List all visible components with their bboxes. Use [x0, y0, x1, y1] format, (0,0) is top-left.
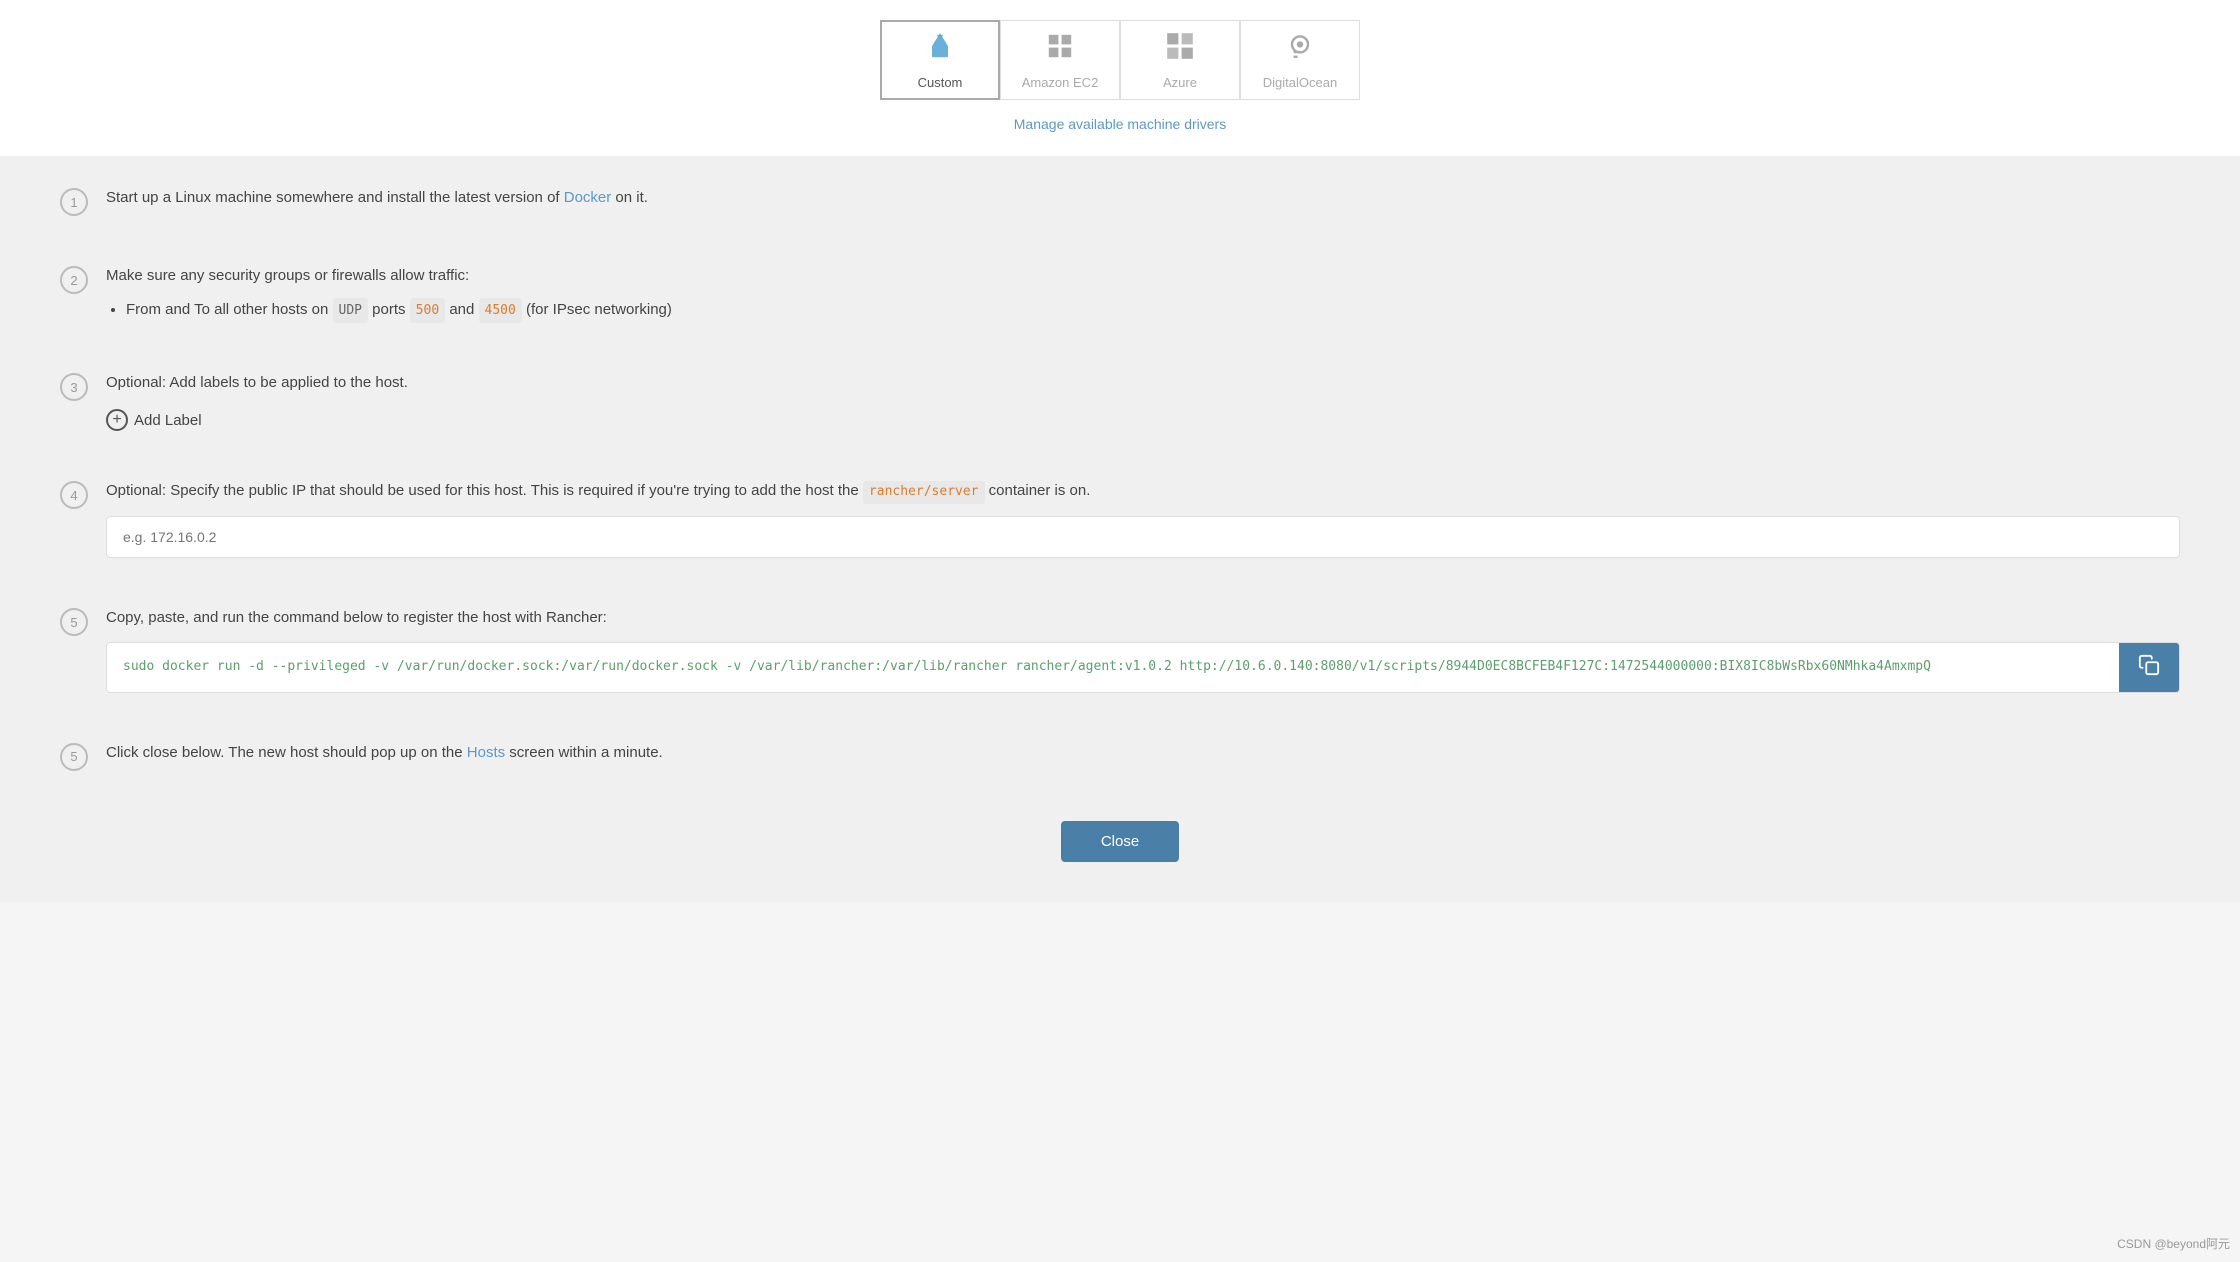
step-5b-number: 5: [60, 743, 88, 771]
step-2-ipsec-text: (for IPsec networking): [522, 301, 672, 318]
step-4-text-before: Optional: Specify the public IP that sho…: [106, 482, 863, 499]
step-5b-text-after: screen within a minute.: [505, 744, 663, 761]
hosts-link[interactable]: Hosts: [467, 744, 505, 761]
tab-custom[interactable]: Custom: [880, 20, 1000, 100]
step-2-and-text: and: [445, 301, 478, 318]
step-4-text-after: container is on.: [985, 482, 1091, 499]
watermark: CSDN @beyond阿元: [2117, 1235, 2230, 1252]
step-3-number: 3: [60, 373, 88, 401]
digitalocean-icon: [1284, 30, 1316, 69]
close-button[interactable]: Close: [1061, 821, 1179, 862]
copy-icon: [2138, 654, 2160, 681]
step-3: 3 Optional: Add labels to be applied to …: [60, 371, 2180, 451]
step-2-sub-text-before: From and To all other hosts on: [126, 301, 333, 318]
tab-digitalocean-label: DigitalOcean: [1263, 75, 1337, 90]
step-1-content: Start up a Linux machine somewhere and i…: [106, 186, 2180, 210]
close-btn-container: Close: [60, 821, 2180, 862]
command-box: sudo docker run -d --privileged -v /var/…: [106, 642, 2180, 693]
step-5b-text-before: Click close below. The new host should p…: [106, 744, 467, 761]
step-1-text-after: on it.: [611, 189, 648, 206]
ip-input[interactable]: [106, 516, 2180, 558]
step-4: 4 Optional: Specify the public IP that s…: [60, 479, 2180, 578]
step-3-text: Optional: Add labels to be applied to th…: [106, 371, 2180, 395]
step-5b: 5 Click close below. The new host should…: [60, 741, 2180, 791]
azure-icon: [1164, 30, 1196, 69]
step-4-content: Optional: Specify the public IP that sho…: [106, 479, 2180, 558]
docker-link[interactable]: Docker: [564, 189, 612, 206]
step-2-ports-text: ports: [368, 301, 410, 318]
step-2-text: Make sure any security groups or firewal…: [106, 264, 2180, 288]
step-5: 5 Copy, paste, and run the command below…: [60, 606, 2180, 713]
step-5-content: Copy, paste, and run the command below t…: [106, 606, 2180, 693]
tab-custom-label: Custom: [918, 75, 963, 90]
tab-amazon-ec2[interactable]: Amazon EC2: [1000, 20, 1120, 100]
step-5-number: 5: [60, 608, 88, 636]
udp-badge: UDP: [333, 298, 368, 323]
step-3-content: Optional: Add labels to be applied to th…: [106, 371, 2180, 431]
top-section: Custom Amazon EC2: [0, 0, 2240, 156]
tab-amazon-ec2-label: Amazon EC2: [1022, 75, 1099, 90]
tab-azure-label: Azure: [1163, 75, 1197, 90]
step-2: 2 Make sure any security groups or firew…: [60, 264, 2180, 343]
rancher-server-badge: rancher/server: [863, 481, 985, 504]
driver-tabs: Custom Amazon EC2: [880, 20, 1360, 100]
step-2-sub-list: From and To all other hosts on UDP ports…: [106, 296, 2180, 323]
add-label-label: Add Label: [134, 412, 202, 429]
port2-badge: 4500: [479, 298, 522, 323]
step-1-text-before: Start up a Linux machine somewhere and i…: [106, 189, 564, 206]
manage-drivers-link[interactable]: Manage available machine drivers: [1014, 116, 1226, 132]
step-5-text: Copy, paste, and run the command below t…: [106, 606, 2180, 630]
step-1: 1 Start up a Linux machine somewhere and…: [60, 186, 2180, 236]
command-text: sudo docker run -d --privileged -v /var/…: [107, 643, 2119, 692]
main-content: 1 Start up a Linux machine somewhere and…: [0, 156, 2240, 902]
amazon-ec2-icon: [1044, 30, 1076, 69]
tab-azure[interactable]: Azure: [1120, 20, 1240, 100]
step-5b-content: Click close below. The new host should p…: [106, 741, 2180, 765]
copy-button[interactable]: [2119, 643, 2179, 692]
step-1-number: 1: [60, 188, 88, 216]
step-2-content: Make sure any security groups or firewal…: [106, 264, 2180, 323]
step-4-number: 4: [60, 481, 88, 509]
step-2-sub-item: From and To all other hosts on UDP ports…: [126, 296, 2180, 323]
step-2-number: 2: [60, 266, 88, 294]
custom-icon: [924, 30, 956, 69]
plus-icon: +: [106, 409, 128, 431]
add-label-button[interactable]: + Add Label: [106, 409, 202, 431]
tab-digitalocean[interactable]: DigitalOcean: [1240, 20, 1360, 100]
port1-badge: 500: [410, 298, 445, 323]
